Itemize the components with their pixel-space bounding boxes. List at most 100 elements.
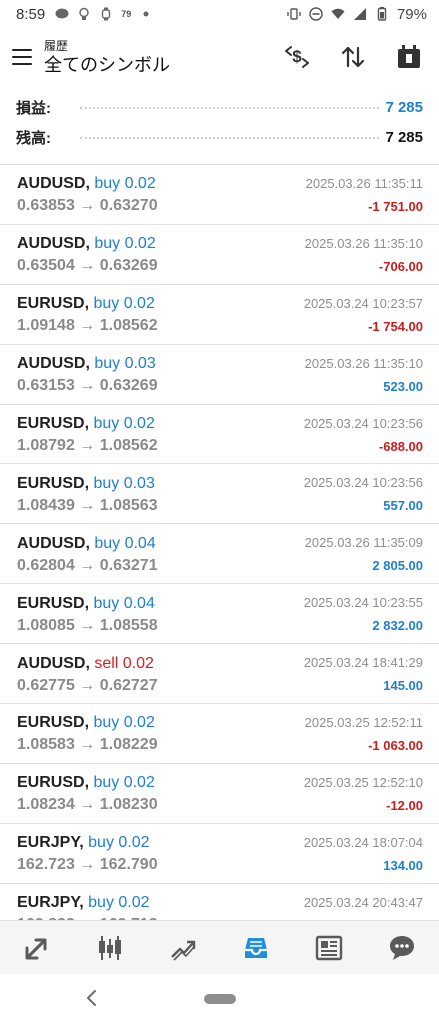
arrow-right-icon: → (79, 197, 96, 215)
deal-datetime: 2025.03.24 20:43:47 (303, 894, 423, 910)
deal-prices: 0.63853 → 0.63270 (17, 195, 158, 217)
nav-chat[interactable] (378, 924, 426, 972)
back-icon[interactable] (84, 988, 100, 1008)
profit-label: 損益: (16, 99, 51, 117)
deal-symbol: EURJPY, (17, 834, 84, 852)
deal-prices: 1.08792 → 1.08562 (17, 435, 158, 457)
deal-row[interactable]: EURUSD, buy 0.03 1.08439 → 1.08563 2025.03… (0, 464, 439, 525)
deal-close-price: 1.08230 (99, 796, 158, 814)
deal-row[interactable]: EURUSD, buy 0.02 1.09148 → 1.08562 2025.03… (0, 285, 439, 345)
deal-open-price: 162.723 (17, 856, 75, 874)
home-pill[interactable] (203, 994, 236, 1004)
deal-row[interactable]: EURJPY, buy 0.02162.823 → 162.713 2025.03… (0, 884, 439, 920)
deal-datetime: 2025.03.25 12:52:11 (304, 714, 423, 730)
page-title[interactable]: 全てのシンボル (44, 54, 170, 76)
arrow-right-icon: → (79, 556, 96, 574)
deal-row[interactable]: AUDUSD, sell 0.02 0.62775 → 0.62727 2025.0… (0, 644, 439, 705)
nav-trade[interactable] (159, 924, 207, 972)
nav-charts[interactable] (86, 924, 134, 972)
deal-title: AUDUSD, buy 0.02 (17, 173, 158, 195)
deal-side: buy 0.02 (93, 774, 155, 792)
deposit-filter-button[interactable]: $ (283, 43, 311, 71)
deal-close-price: 0.63271 (99, 556, 158, 574)
deal-open-price: 0.62804 (17, 556, 75, 574)
svg-text:$: $ (292, 47, 302, 66)
deal-datetime: 2025.03.24 18:41:29 (303, 655, 423, 671)
bottom-nav (0, 920, 439, 974)
deal-title: EURUSD, buy 0.02 (17, 712, 158, 734)
deals-list[interactable]: AUDUSD, buy 0.02 0.63853 → 0.63270 2025.03… (0, 165, 439, 920)
deal-title: AUDUSD, buy 0.03 (17, 353, 158, 375)
system-navigation (0, 974, 439, 1024)
deal-title: AUDUSD, buy 0.02 (17, 233, 158, 255)
deal-side: sell 0.02 (94, 654, 154, 672)
deal-prices: 1.08439 → 1.08563 (17, 495, 158, 517)
deal-row[interactable]: AUDUSD, buy 0.02 0.63504 → 0.63269 2025.03… (0, 225, 439, 285)
deal-row[interactable]: AUDUSD, buy 0.04 0.62804 → 0.63271 2025.03… (0, 524, 439, 585)
deal-row[interactable]: EURUSD, buy 0.02 1.08792 → 1.08562 2025.03… (0, 405, 439, 465)
quotes-icon (25, 938, 47, 959)
status-time: 8:59 (16, 5, 46, 23)
dotted-leader (80, 107, 380, 109)
lightbulb-icon (79, 7, 89, 20)
deal-prices: 0.62775 → 0.62727 (17, 675, 158, 697)
arrow-right-icon: → (79, 257, 96, 275)
deal-row[interactable]: EURUSD, buy 0.02 1.08583 → 1.08229 2025.03… (0, 704, 439, 764)
deal-side: buy 0.02 (88, 834, 150, 852)
deal-open-price: 1.08583 (17, 736, 75, 754)
calendar-button[interactable] (395, 43, 423, 71)
arrow-right-icon: → (79, 736, 96, 754)
deal-row[interactable]: AUDUSD, buy 0.02 0.63853 → 0.63270 2025.03… (0, 165, 439, 225)
deal-main: EURUSD, buy 0.02 1.08234 → 1.08230 (17, 764, 158, 823)
deal-side: buy 0.03 (93, 474, 155, 492)
deal-profit: -1 754.00 (368, 318, 423, 334)
battery-icon (377, 7, 387, 21)
deal-meta: 2025.03.24 18:41:29 145.00 (304, 644, 423, 703)
deal-datetime: 2025.03.26 11:35:10 (304, 235, 423, 251)
deal-row[interactable]: EURJPY, buy 0.02 162.723 → 162.790 2025.03… (0, 824, 439, 884)
balance-row: 残高: 7 285 (0, 122, 439, 152)
sort-button[interactable] (339, 43, 367, 71)
title-block: 履歴 全てのシンボル (44, 39, 170, 76)
nav-news[interactable] (305, 924, 353, 972)
dotted-leader (80, 137, 380, 139)
deal-datetime: 2025.03.26 11:35:10 (304, 355, 423, 371)
deal-symbol: EURUSD, (17, 474, 90, 492)
deal-close-price: 1.08562 (99, 437, 158, 454)
deal-main: EURUSD, buy 0.02 1.09148 → 1.08562 (17, 285, 158, 344)
deal-row[interactable]: EURUSD, buy 0.04 1.08085 → 1.08558 2025.03… (0, 584, 439, 645)
deal-meta: 2025.03.26 11:35:11 -1 751.00 (306, 165, 423, 224)
deal-row[interactable]: EURUSD, buy 0.02 1.08234 → 1.08230 2025.03… (0, 764, 439, 824)
deal-prices: 1.09148 → 1.08562 (17, 315, 158, 337)
arrow-right-icon: → (79, 496, 96, 514)
system-icons: 79% (287, 6, 427, 23)
deal-profit: 145.00 (383, 678, 423, 694)
deal-meta: 2025.03.24 10:23:56 -688.00 (304, 405, 423, 464)
deal-prices: 0.62804 → 0.63271 (17, 555, 158, 577)
menu-icon[interactable] (12, 49, 32, 65)
dnd-icon (309, 7, 323, 21)
deal-datetime: 2025.03.26 11:35:09 (304, 535, 423, 551)
deal-meta: 2025.03.24 10:23:57 -1 754.00 (304, 285, 423, 344)
nav-history[interactable] (232, 924, 280, 972)
nav-quotes[interactable] (13, 924, 61, 972)
deal-open-price: 0.63153 (17, 377, 75, 395)
deal-main: EURJPY, buy 0.02 162.723 → 162.790 (17, 824, 158, 883)
deal-symbol: EURJPY, (17, 894, 84, 912)
deal-row[interactable]: AUDUSD, buy 0.03 0.63153 → 0.63269 2025.03… (0, 345, 439, 405)
deal-meta: 2025.03.24 20:43:47-300.00 (304, 884, 423, 920)
deal-symbol: AUDUSD, (17, 355, 90, 373)
deal-datetime: 2025.03.24 10:23:57 (303, 295, 423, 311)
deal-profit: -706.00 (378, 258, 423, 274)
chart-candles-icon (98, 935, 121, 960)
arrow-right-icon: → (79, 437, 96, 454)
deal-close-price: 1.08229 (99, 736, 158, 754)
deal-profit: 134.00 (383, 857, 423, 873)
balance-value: 7 285 (385, 128, 423, 146)
deal-prices: 162.723 → 162.790 (17, 854, 158, 876)
deal-prices: 1.08583 → 1.08229 (17, 734, 158, 756)
dollar-exchange-icon: $ (285, 46, 309, 68)
deal-main: EURUSD, buy 0.02 1.08792 → 1.08562 (17, 405, 158, 464)
arrow-right-icon: → (79, 317, 96, 335)
history-inbox-icon (245, 937, 268, 958)
